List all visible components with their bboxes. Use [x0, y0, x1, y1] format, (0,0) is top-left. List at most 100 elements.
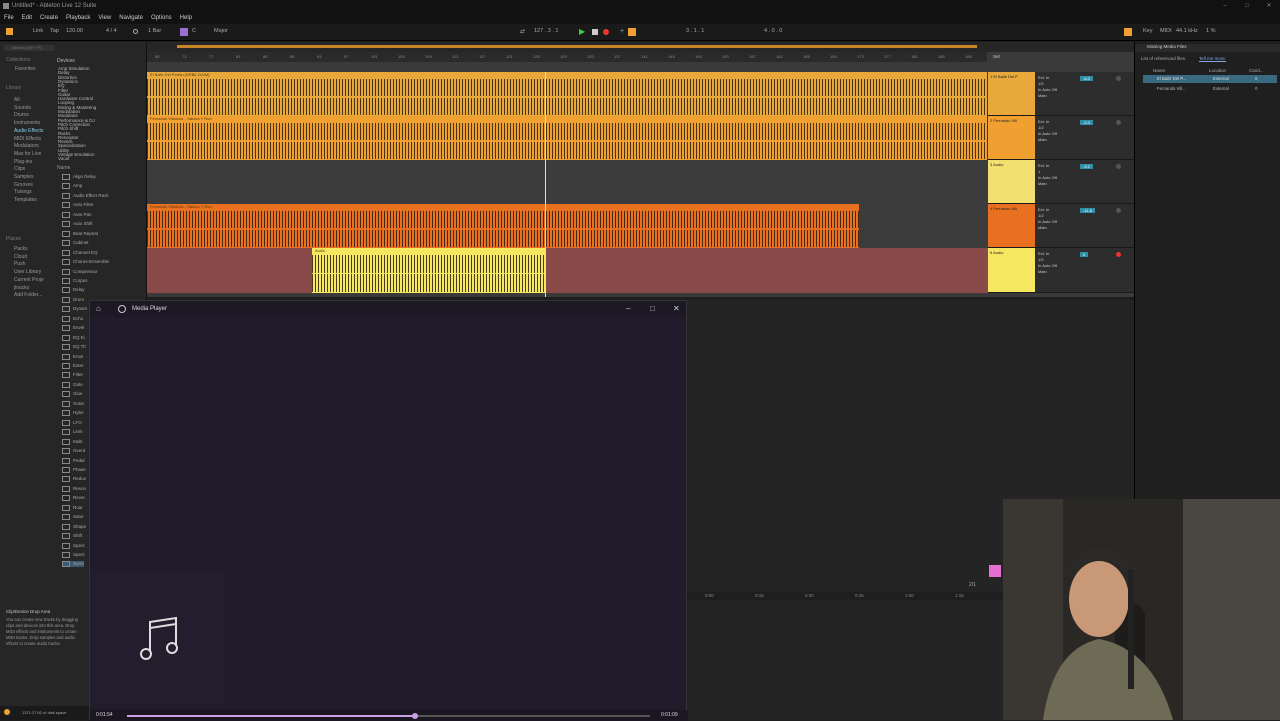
device-category[interactable]: Vocal — [58, 156, 69, 161]
track-header[interactable]: 2 Fernando Vill Ext. In 1/2 In Auto Off Main… — [988, 116, 1134, 160]
track-io[interactable]: Ext. In 1/2 In Auto Off Main — [1038, 251, 1057, 275]
media-player-titlebar[interactable]: ⌂ Media Player – □ ✕ — [90, 301, 686, 317]
device-tree-item[interactable]: Gate — [62, 382, 83, 388]
device-tree-item[interactable]: Spect — [62, 543, 85, 549]
device-tree-item[interactable]: Drum — [62, 297, 84, 303]
library-item[interactable]: Templates — [14, 197, 37, 203]
places-item[interactable]: Add Folder... — [14, 292, 42, 298]
device-tree-item[interactable]: Shape — [62, 524, 86, 530]
track-name-box[interactable]: 4 Fernando Vill — [988, 204, 1035, 247]
track-volume[interactable]: 0 — [1080, 252, 1089, 257]
track-io-out[interactable]: Main — [1038, 225, 1057, 231]
time-ruler[interactable]: 0:00 0:15 0:30 0:45 1:00 1:15 — [687, 592, 1003, 600]
device-tree-item[interactable]: Auto Pan — [62, 212, 92, 218]
library-item[interactable]: Grooves — [14, 182, 33, 188]
tap-button[interactable]: Tap — [50, 28, 59, 34]
col-cand[interactable]: Cand... — [1249, 68, 1264, 73]
track-io[interactable]: Ext. In 1 In Auto Off Main — [1038, 163, 1057, 187]
track-volume[interactable]: -2.0 — [1080, 120, 1093, 125]
track-io-out[interactable]: Main — [1038, 269, 1057, 275]
key-map-icon[interactable] — [1124, 28, 1132, 36]
places-item[interactable]: User Library — [14, 269, 41, 275]
stop-icon[interactable] — [592, 29, 598, 35]
device-tree-item[interactable]: Auto Filter — [62, 202, 94, 208]
quantize-select[interactable]: 1 Bar — [148, 28, 161, 34]
library-item[interactable]: Plug-ins — [14, 159, 32, 165]
clip-color-icon[interactable] — [989, 565, 1001, 577]
arrangement-view[interactable]: 65 73 77 81 85 89 93 97 101 105 109 113 117 121 125 129… — [147, 42, 1134, 297]
places-item[interactable]: Cloud — [14, 254, 27, 260]
audio-clip[interactable]: El Baile Del Perrito [DRBIL2U0M] — [147, 72, 987, 116]
player-maximize-button[interactable]: □ — [650, 301, 655, 317]
missing-file-row[interactable]: Fernando Vill... External 0 — [1143, 85, 1277, 93]
menu-playback[interactable]: Playback — [66, 15, 90, 21]
device-tree-item[interactable]: Hybri — [62, 410, 84, 416]
places-item[interactable]: Current Proje — [14, 277, 44, 283]
library-item[interactable]: All — [14, 97, 20, 103]
device-tree-item[interactable]: Compressor — [62, 269, 98, 275]
follow-icon[interactable]: ⇄ — [520, 28, 525, 35]
key-select[interactable]: C — [192, 28, 196, 34]
track-io-out[interactable]: Main — [1038, 181, 1057, 187]
device-tree-item[interactable]: Satur — [62, 514, 84, 520]
device-tree-item[interactable]: Chorus-Ensemble — [62, 259, 109, 265]
library-item[interactable]: Modulators — [14, 143, 39, 149]
device-tree-item[interactable]: LFO — [62, 420, 82, 426]
beat-ruler[interactable]: 65 73 77 81 85 89 93 97 101 105 109 113 117 121 125 129… — [147, 52, 987, 62]
loop-length-field[interactable]: 4 . 0 . 0 — [764, 28, 782, 34]
track-name-box[interactable]: 3 Audio — [988, 160, 1035, 203]
col-name[interactable]: Name — [1153, 68, 1165, 73]
device-tree-item[interactable]: Envel — [62, 325, 84, 331]
device-tree-item[interactable]: Audio Effect Rack — [62, 193, 109, 199]
minimize-button[interactable]: – — [1214, 0, 1236, 12]
missing-file-row[interactable]: El Baile Del P... External 0 — [1143, 75, 1277, 83]
library-item[interactable]: MIDI Effects — [14, 136, 41, 142]
track-name-box[interactable]: 1 El Baile Del P — [988, 72, 1035, 115]
time-signature[interactable]: 4 / 4 — [106, 28, 117, 34]
device-tree-item[interactable]: EQ Th — [62, 344, 86, 350]
places-item[interactable]: jinacks — [14, 285, 29, 291]
track-header[interactable]: 3 Audio Ext. In 1 In Auto Off Main -3.2 — [988, 160, 1134, 204]
track-io[interactable]: Ext. In 1/2 In Auto Off Main — [1038, 207, 1057, 231]
library-item[interactable]: Samples — [14, 174, 33, 180]
drop-area[interactable]: Clip/Device Drop Area You can create new… — [0, 606, 89, 706]
close-button[interactable]: ✕ — [1258, 0, 1280, 12]
maximize-button[interactable]: □ — [1236, 0, 1258, 12]
menu-navigate[interactable]: Navigate — [119, 15, 143, 21]
col-location[interactable]: Location — [1209, 68, 1226, 73]
search-input[interactable]: Search (Ctrl + F) — [4, 45, 54, 51]
device-tree-item[interactable]: Phase — [62, 467, 86, 473]
record-icon[interactable] — [603, 29, 609, 35]
device-tree-item[interactable]: Erosi — [62, 354, 83, 360]
device-tree-item[interactable]: Surro — [62, 561, 85, 568]
key-map-label[interactable]: Key — [1143, 28, 1152, 34]
track-lane[interactable]: Fernando Villalona - Tabaco Y Ron — [147, 204, 988, 248]
library-item[interactable]: Instruments — [14, 120, 40, 126]
collection-favorites[interactable]: Favorites — [15, 66, 36, 72]
player-close-button[interactable]: ✕ — [673, 301, 680, 317]
track-header[interactable]: 4 Fernando Vill Ext. In 1/2 In Auto Off Main… — [988, 204, 1134, 248]
track-name-box[interactable]: 2 Fernando Vill — [988, 116, 1035, 159]
places-item[interactable]: Push — [14, 261, 25, 267]
device-tree-item[interactable]: Auto Shift — [62, 221, 93, 227]
player-minimize-button[interactable]: – — [626, 301, 630, 317]
menu-edit[interactable]: Edit — [22, 15, 32, 21]
device-tree-item[interactable]: Roar — [62, 505, 83, 511]
library-item[interactable]: Drums — [14, 112, 29, 118]
menu-create[interactable]: Create — [40, 15, 58, 21]
audio-clip[interactable]: Fernando Villalona - Tabaco Y Ron — [147, 204, 859, 248]
warning-icon[interactable] — [4, 709, 10, 715]
overdub-icon[interactable]: + — [620, 28, 624, 35]
device-tree-item[interactable]: Rever — [62, 495, 85, 501]
audio-clip[interactable]: Audio — [312, 248, 545, 293]
track-io-out[interactable]: Main — [1038, 137, 1057, 143]
home-icon[interactable]: ⌂ — [96, 301, 101, 317]
menu-file[interactable]: File — [4, 15, 14, 21]
record-arm-icon[interactable] — [1116, 208, 1121, 213]
midi-map-label[interactable]: MIDI — [1160, 28, 1172, 34]
play-icon[interactable]: ▶ — [579, 27, 585, 36]
browser-toggle-icon[interactable] — [6, 28, 13, 35]
device-tree-item[interactable]: Redux — [62, 476, 86, 482]
record-arm-icon[interactable] — [1116, 76, 1121, 81]
scale-select[interactable]: Major — [214, 28, 228, 34]
